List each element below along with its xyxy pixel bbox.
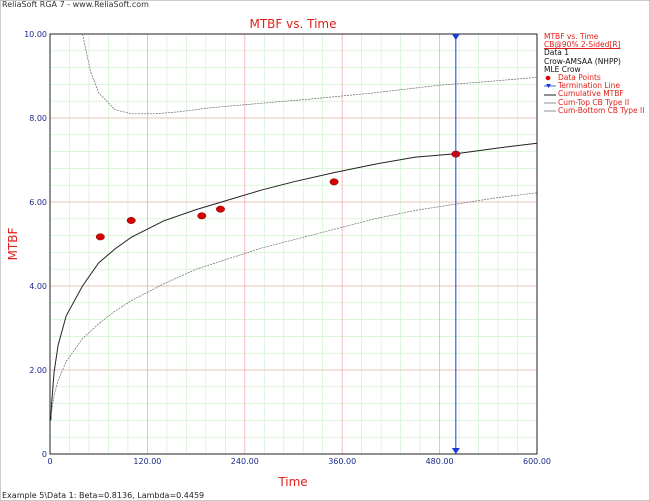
red-dot-icon [544, 74, 556, 82]
cum-bottom-cb-line [50, 192, 538, 417]
curves [50, 33, 538, 421]
black-line-icon [544, 91, 556, 99]
data-point [95, 233, 105, 241]
data-points [95, 150, 461, 241]
status-bar: Example 5\Data 1: Beta=0.8136, Lambda=0.… [2, 491, 205, 500]
termination-marker-top [451, 34, 460, 40]
data-point [197, 212, 207, 220]
legend: MTBF vs. Time CB@90% 2-Sided[R] Data 1 C… [544, 32, 645, 115]
gray-line-icon [544, 107, 556, 115]
y-tick-label: 0 [42, 450, 47, 459]
x-tick-label: 600.00 [523, 457, 551, 466]
legend-label: Cum-Bottom CB Type II [558, 105, 645, 115]
x-tick-label: 120.00 [133, 457, 161, 466]
x-tick-label: 480.00 [426, 457, 454, 466]
y-tick-label: 2.00 [29, 366, 47, 375]
chart-title: MTBF vs. Time [250, 17, 337, 31]
y-tick-label: 10.00 [24, 30, 47, 39]
plot-area [49, 33, 538, 455]
y-axis-label: MTBF [6, 227, 20, 260]
x-tick-label: 360.00 [328, 457, 356, 466]
x-tick-label: 240.00 [231, 457, 259, 466]
data-point [216, 205, 225, 213]
cum-top-cb-line [82, 33, 538, 115]
termination-marker-bottom [451, 448, 460, 454]
blue-triangle-icon [544, 82, 556, 90]
legend-item-cum-bottom-cb: Cum-Bottom CB Type II [544, 105, 645, 115]
grid [49, 33, 538, 455]
data-point [329, 178, 339, 186]
tick-labels: 0 120.00 240.00 360.00 480.00 600.00 0 2.00 4.00… [24, 30, 551, 466]
x-tick-label: 0 [47, 457, 52, 466]
y-tick-label: 6.00 [29, 198, 47, 207]
y-tick-label: 4.00 [29, 282, 47, 291]
cumulative-mtbf-line [50, 142, 538, 421]
gray-line-icon [544, 99, 556, 107]
termination-line-group [451, 34, 460, 454]
chart-window: ReliaSoft RGA 7 - www.ReliaSoft.com 0 120… [0, 0, 650, 501]
data-point [126, 217, 136, 224]
y-tick-label: 8.00 [29, 114, 47, 123]
x-axis-label: Time [277, 475, 307, 489]
